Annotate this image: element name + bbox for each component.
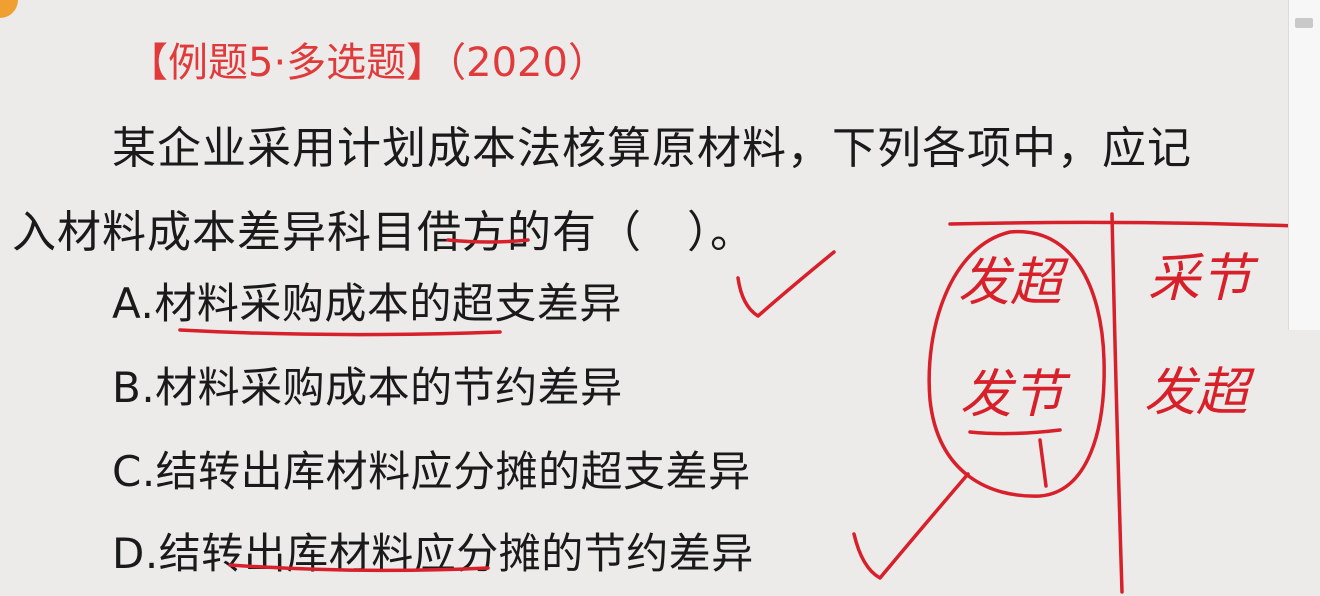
- question-stem-line-1: 某企业采用计划成本法核算原材料，下列各项中，应记: [112, 123, 1192, 174]
- annotation-right-top: 采节: [1148, 249, 1259, 309]
- option-c: C.结转出库材料应分摊的超支差异: [112, 447, 751, 496]
- underline-fajie: [968, 428, 1062, 436]
- t-account-vertical: [1110, 212, 1124, 594]
- lecture-slide: 【例题5·多选题】（2020） 某企业采用计划成本法核算原材料，下列各项中，应记…: [0, 0, 1320, 596]
- annotation-right-bottom: 发超: [1144, 363, 1255, 423]
- circle-stroke: [1038, 438, 1048, 488]
- t-account-horizontal: [948, 220, 1298, 228]
- check-mark-a: [736, 250, 836, 318]
- question-title: 【例题5·多选题】（2020）: [128, 40, 608, 86]
- option-b: B.材料采购成本的节约差异: [112, 363, 623, 412]
- option-a: A.材料采购成本的超支差异: [112, 279, 622, 328]
- check-mark-d: [852, 472, 970, 580]
- circle-left-column: [927, 229, 1106, 498]
- annotation-left-top: 发超: [958, 253, 1069, 313]
- option-d: D.结转出库材料应分摊的节约差异: [112, 529, 754, 578]
- corner-indicator: [0, 0, 18, 18]
- side-panel-handle[interactable]: [1295, 18, 1313, 28]
- annotation-left-bottom: 发节: [960, 365, 1071, 425]
- question-stem-line-2: 入材料成本差异科目借方的有（ ）。: [12, 207, 755, 258]
- side-panel[interactable]: [1288, 0, 1320, 330]
